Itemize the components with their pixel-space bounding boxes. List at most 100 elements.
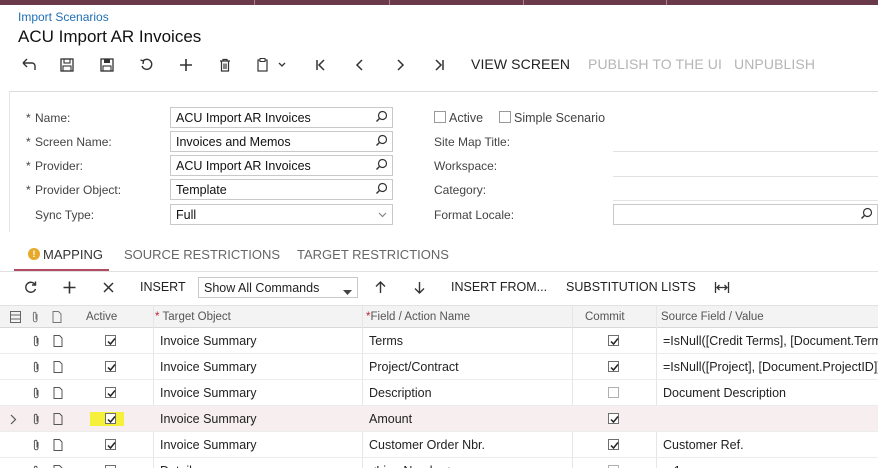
attachment-column-icon bbox=[31, 311, 40, 326]
site-map-title-field[interactable] bbox=[613, 151, 878, 152]
unpublish-button[interactable]: UNPUBLISH bbox=[734, 56, 815, 72]
active-checkbox[interactable] bbox=[105, 439, 116, 450]
active-column-header[interactable]: Active bbox=[86, 311, 117, 323]
table-row[interactable]: Invoice Summary Amount bbox=[0, 406, 878, 432]
move-up-icon[interactable] bbox=[370, 277, 390, 297]
publish-button[interactable]: PUBLISH TO THE UI bbox=[588, 56, 722, 72]
source-field-cell[interactable]: =IsNull([Credit Terms], [Document.Terms bbox=[663, 334, 878, 348]
target-object-cell[interactable]: Invoice Summary bbox=[160, 438, 360, 452]
search-icon[interactable] bbox=[860, 207, 873, 223]
commit-checkbox[interactable] bbox=[608, 361, 619, 372]
source-field-cell[interactable]: Customer Ref. bbox=[663, 438, 878, 452]
insert-from-button[interactable]: INSERT FROM... bbox=[451, 280, 547, 294]
row-settings-icon[interactable] bbox=[10, 311, 21, 326]
breadcrumb[interactable]: Import Scenarios bbox=[18, 10, 109, 24]
active-checkbox[interactable] bbox=[105, 335, 116, 346]
commit-checkbox[interactable] bbox=[608, 335, 619, 346]
sync-type-select[interactable]: Full bbox=[170, 204, 393, 225]
undo-icon[interactable] bbox=[18, 54, 40, 76]
table-row[interactable]: Invoice Summary Customer Order Nbr. Custom… bbox=[0, 432, 878, 458]
search-icon[interactable] bbox=[375, 134, 388, 150]
add-row-icon[interactable] bbox=[59, 277, 79, 297]
substitution-lists-button[interactable]: SUBSTITUTION LISTS bbox=[566, 280, 696, 294]
save-icon[interactable] bbox=[56, 54, 78, 76]
category-field[interactable] bbox=[613, 200, 878, 201]
note-icon[interactable] bbox=[53, 335, 63, 350]
previous-record-icon[interactable] bbox=[349, 54, 371, 76]
cancel-icon[interactable] bbox=[136, 54, 158, 76]
table-row[interactable]: Invoice Summary Terms =IsNull([Credit Term… bbox=[0, 328, 878, 354]
format-locale-label: Format Locale: bbox=[434, 208, 515, 222]
attachment-icon[interactable] bbox=[32, 413, 41, 428]
commit-checkbox[interactable] bbox=[608, 439, 619, 450]
note-icon[interactable] bbox=[53, 439, 63, 454]
simple-scenario-checkbox[interactable] bbox=[499, 111, 511, 123]
table-row[interactable]: Details <Line Number> = 1 bbox=[0, 458, 878, 468]
tab-divider bbox=[0, 271, 878, 272]
move-down-icon[interactable] bbox=[409, 277, 429, 297]
command-filter-select[interactable]: Show All Commands bbox=[198, 277, 358, 298]
commit-checkbox[interactable] bbox=[608, 413, 619, 424]
active-checkbox[interactable] bbox=[105, 413, 116, 424]
refresh-icon[interactable] bbox=[20, 277, 40, 297]
attachment-icon[interactable] bbox=[32, 361, 41, 376]
last-record-icon[interactable] bbox=[428, 54, 450, 76]
attachment-icon[interactable] bbox=[32, 335, 41, 350]
target-object-cell[interactable]: Details bbox=[160, 464, 360, 468]
field-action-column-header[interactable]: *Field / Action Name bbox=[366, 311, 470, 323]
target-object-cell[interactable]: Invoice Summary bbox=[160, 412, 360, 426]
search-icon[interactable] bbox=[375, 182, 388, 198]
attachment-icon[interactable] bbox=[32, 439, 41, 454]
note-icon[interactable] bbox=[53, 413, 63, 428]
save-close-icon[interactable] bbox=[96, 54, 118, 76]
field-action-cell[interactable]: Description bbox=[369, 386, 569, 400]
view-screen-button[interactable]: VIEW SCREEN bbox=[471, 56, 570, 72]
delete-icon[interactable] bbox=[214, 54, 236, 76]
screen-name-label: Screen Name: bbox=[35, 135, 112, 149]
note-icon[interactable] bbox=[53, 387, 63, 402]
search-icon[interactable] bbox=[375, 158, 388, 174]
name-field[interactable]: ACU Import AR Invoices bbox=[170, 107, 393, 128]
next-record-icon[interactable] bbox=[389, 54, 411, 76]
table-row[interactable]: Invoice Summary Description Document Descr… bbox=[0, 380, 878, 406]
grid-header: Active * Target Object *Field / Action N… bbox=[0, 305, 878, 328]
add-icon[interactable] bbox=[175, 54, 197, 76]
required-mark: * bbox=[26, 159, 31, 173]
source-field-cell[interactable]: Document Description bbox=[663, 386, 878, 400]
note-icon[interactable] bbox=[53, 361, 63, 376]
field-action-cell[interactable]: Amount bbox=[369, 412, 569, 426]
field-action-cell[interactable]: <Line Number> bbox=[369, 464, 569, 468]
target-object-cell[interactable]: Invoice Summary bbox=[160, 334, 360, 348]
active-label: Active bbox=[449, 111, 484, 125]
copy-paste-icon[interactable] bbox=[253, 54, 291, 76]
provider-field[interactable]: ACU Import AR Invoices bbox=[170, 155, 393, 176]
tab-mapping[interactable]: ! MAPPING bbox=[28, 247, 103, 262]
field-action-cell[interactable]: Terms bbox=[369, 334, 569, 348]
search-icon[interactable] bbox=[375, 110, 388, 126]
field-action-cell[interactable]: Project/Contract bbox=[369, 360, 569, 374]
active-checkbox[interactable] bbox=[105, 387, 116, 398]
commit-checkbox[interactable] bbox=[608, 387, 619, 398]
active-checkbox[interactable] bbox=[434, 111, 446, 123]
source-field-column-header[interactable]: Source Field / Value bbox=[661, 311, 764, 323]
active-checkbox[interactable] bbox=[105, 361, 116, 372]
provider-object-field[interactable]: Template bbox=[170, 179, 393, 200]
table-row[interactable]: Invoice Summary Project/Contract =IsNull([… bbox=[0, 354, 878, 380]
target-object-cell[interactable]: Invoice Summary bbox=[160, 360, 360, 374]
source-field-cell[interactable]: =IsNull([Project], [Document.ProjectID]) bbox=[663, 360, 878, 374]
target-object-column-header[interactable]: * Target Object bbox=[155, 311, 231, 323]
commit-column-header[interactable]: Commit bbox=[585, 311, 625, 323]
target-object-cell[interactable]: Invoice Summary bbox=[160, 386, 360, 400]
first-record-icon[interactable] bbox=[310, 54, 332, 76]
source-field-cell[interactable]: = 1 bbox=[663, 464, 878, 468]
insert-button[interactable]: INSERT bbox=[140, 280, 186, 294]
delete-row-icon[interactable] bbox=[98, 277, 118, 297]
attachment-icon[interactable] bbox=[32, 387, 41, 402]
screen-name-field[interactable]: Invoices and Memos bbox=[170, 131, 393, 152]
workspace-field[interactable] bbox=[613, 176, 878, 177]
field-action-cell[interactable]: Customer Order Nbr. bbox=[369, 438, 569, 452]
fit-columns-icon[interactable] bbox=[712, 277, 732, 297]
tab-source-restrictions[interactable]: SOURCE RESTRICTIONS bbox=[124, 247, 280, 262]
format-locale-field[interactable] bbox=[613, 204, 878, 225]
tab-target-restrictions[interactable]: TARGET RESTRICTIONS bbox=[297, 247, 449, 262]
